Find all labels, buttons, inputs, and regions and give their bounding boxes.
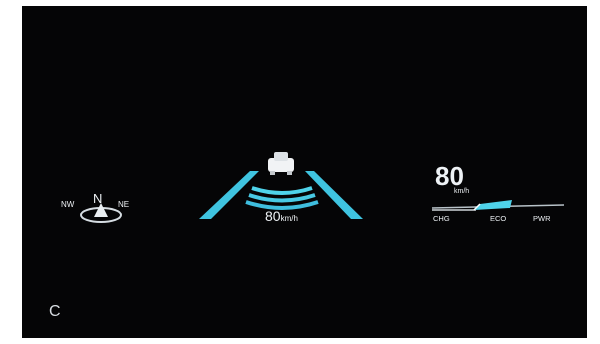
- mode-label-pwr: PWR: [533, 214, 551, 223]
- following-distance-arc: [248, 193, 316, 203]
- lead-car-icon: [268, 152, 294, 175]
- cruise-speed-unit: km/h: [280, 214, 298, 223]
- following-distance-arc: [251, 186, 313, 195]
- power-meter: [431, 200, 565, 211]
- mode-label-eco: ECO: [490, 214, 507, 223]
- corner-label: C: [49, 303, 61, 320]
- compass-heading: N: [93, 191, 103, 206]
- mode-label-chg: CHG: [433, 214, 450, 223]
- compass-right-label: NE: [118, 200, 130, 209]
- hud-display: N NW NE 80km/h 80 km/h CHG ECO PWR C: [22, 6, 587, 338]
- cruise-set-speed: 80km/h: [265, 208, 298, 224]
- compass-left-label: NW: [61, 200, 75, 209]
